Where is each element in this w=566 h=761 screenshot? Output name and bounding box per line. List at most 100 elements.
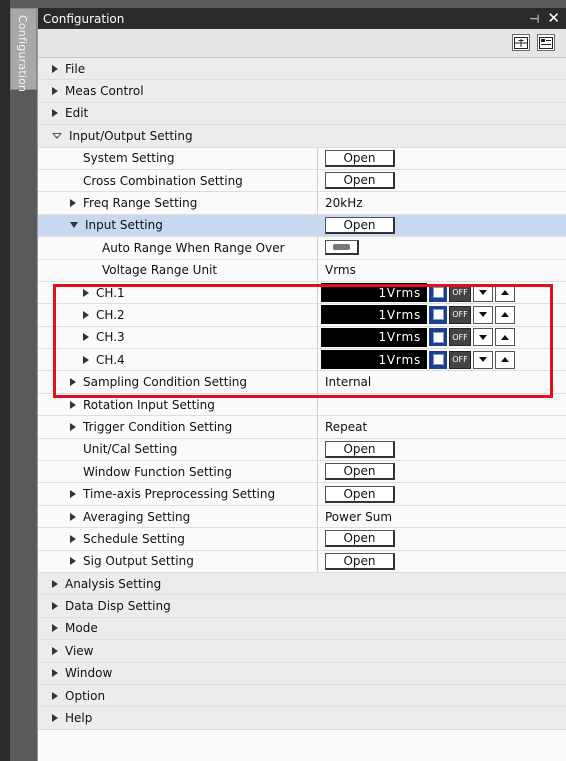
channel-checkbox[interactable]: [429, 350, 447, 369]
open-button[interactable]: Open: [325, 172, 395, 190]
off-button[interactable]: OFF: [449, 305, 471, 324]
expand-arrow-icon[interactable]: [52, 579, 58, 588]
channel-checkbox[interactable]: [429, 283, 447, 302]
collapse-arrow-icon[interactable]: [52, 132, 62, 139]
expand-arrow-icon[interactable]: [52, 87, 58, 96]
property-row-ch-3[interactable]: CH.3 1Vrms OFF: [38, 326, 566, 350]
property-row-sig-output-setting[interactable]: Sig Output Setting Open: [38, 550, 566, 573]
off-button[interactable]: OFF: [449, 283, 471, 302]
value-text[interactable]: Internal: [325, 375, 371, 389]
property-row-rotation-input-setting[interactable]: Rotation Input Setting: [38, 393, 566, 417]
expand-arrow-icon[interactable]: [70, 422, 76, 431]
property-row-input-setting[interactable]: Input Setting Open: [38, 214, 566, 238]
expand-arrow-icon[interactable]: [83, 310, 89, 319]
row-name-cell: Option: [38, 685, 105, 706]
range-display[interactable]: 1Vrms: [321, 327, 427, 347]
value-text[interactable]: Repeat: [325, 420, 367, 434]
property-row-sampling-condition-setting[interactable]: Sampling Condition Setting Internal: [38, 371, 566, 394]
expand-arrow-icon[interactable]: [52, 714, 58, 723]
property-row-ch-4[interactable]: CH.4 1Vrms OFF: [38, 349, 566, 372]
range-display[interactable]: 1Vrms: [321, 305, 427, 325]
open-button[interactable]: Open: [325, 216, 395, 234]
category-row-edit[interactable]: Edit: [38, 102, 566, 126]
property-row-time-axis-preprocessing-setting[interactable]: Time-axis Preprocessing Setting Open: [38, 483, 566, 506]
expand-arrow-icon[interactable]: [83, 333, 89, 342]
collapse-all-button[interactable]: [537, 34, 555, 51]
expand-arrow-icon[interactable]: [70, 557, 76, 566]
row-value-cell: Open: [318, 483, 566, 504]
property-row-cross-combination-setting[interactable]: Cross Combination Setting Open: [38, 169, 566, 193]
range-up-button[interactable]: [495, 283, 515, 302]
expand-arrow-icon[interactable]: [52, 691, 58, 700]
close-icon[interactable]: ✕: [547, 11, 560, 26]
property-row-averaging-setting[interactable]: Averaging Setting Power Sum: [38, 505, 566, 529]
property-row-trigger-condition-setting[interactable]: Trigger Condition Setting Repeat: [38, 416, 566, 439]
pin-icon[interactable]: ⊣: [529, 12, 539, 26]
property-row-system-setting[interactable]: System Setting Open: [38, 147, 566, 170]
category-row-analysis-setting[interactable]: Analysis Setting: [38, 572, 566, 596]
expand-arrow-icon[interactable]: [52, 109, 58, 118]
expand-arrow-icon[interactable]: [83, 288, 89, 297]
expand-arrow-icon[interactable]: [70, 400, 76, 409]
expand-arrow-icon[interactable]: [70, 378, 76, 387]
auto-range-toggle[interactable]: [325, 240, 359, 256]
range-display[interactable]: 1Vrms: [321, 350, 427, 370]
expand-arrow-icon[interactable]: [70, 534, 76, 543]
open-button[interactable]: Open: [325, 530, 395, 548]
row-label: CH.1: [96, 285, 125, 300]
collapse-arrow-icon[interactable]: [70, 222, 78, 229]
range-down-button[interactable]: [473, 283, 493, 302]
open-button[interactable]: Open: [325, 149, 395, 167]
property-row-ch-2[interactable]: CH.2 1Vrms OFF: [38, 304, 566, 327]
expand-arrow-icon[interactable]: [52, 669, 58, 678]
category-row-input-output-setting[interactable]: Input/Output Setting: [38, 125, 566, 148]
category-row-view[interactable]: View: [38, 640, 566, 663]
range-up-button[interactable]: [495, 350, 515, 369]
value-text[interactable]: Power Sum: [325, 510, 392, 524]
channel-checkbox[interactable]: [429, 328, 447, 347]
configuration-side-tab[interactable]: Configuration: [10, 8, 37, 92]
property-row-freq-range-setting[interactable]: Freq Range Setting 20kHz: [38, 192, 566, 215]
range-up-button[interactable]: [495, 328, 515, 347]
expand-arrow-icon[interactable]: [83, 355, 89, 364]
expand-arrow-icon[interactable]: [70, 512, 76, 521]
property-row-auto-range-when-range-over[interactable]: Auto Range When Range Over: [38, 237, 566, 260]
property-row-unit-cal-setting[interactable]: Unit/Cal Setting Open: [38, 438, 566, 462]
expand-arrow-icon[interactable]: [52, 624, 58, 633]
value-text[interactable]: 20kHz: [325, 196, 363, 210]
category-row-help[interactable]: Help: [38, 707, 566, 730]
category-row-meas-control[interactable]: Meas Control: [38, 80, 566, 103]
open-button[interactable]: Open: [325, 463, 395, 481]
row-label: Freq Range Setting: [83, 196, 198, 211]
range-up-button[interactable]: [495, 305, 515, 324]
range-display[interactable]: 1Vrms: [321, 283, 427, 303]
off-button[interactable]: OFF: [449, 328, 471, 347]
expand-arrow-icon[interactable]: [52, 646, 58, 655]
channel-checkbox[interactable]: [429, 305, 447, 324]
expand-all-button[interactable]: [512, 34, 530, 51]
row-label: Unit/Cal Setting: [83, 442, 178, 457]
expand-arrow-icon[interactable]: [70, 490, 76, 499]
range-down-button[interactable]: [473, 305, 493, 324]
property-row-window-function-setting[interactable]: Window Function Setting Open: [38, 461, 566, 484]
range-down-button[interactable]: [473, 328, 493, 347]
row-value-cell: Open: [318, 551, 566, 572]
category-row-file[interactable]: File: [38, 58, 566, 81]
property-row-voltage-range-unit[interactable]: Voltage Range Unit Vrms: [38, 259, 566, 282]
open-button[interactable]: Open: [325, 440, 395, 458]
property-row-ch-1[interactable]: CH.1 1Vrms OFF: [38, 281, 566, 305]
row-label: View: [65, 643, 94, 658]
expand-arrow-icon[interactable]: [52, 64, 58, 73]
expand-arrow-icon[interactable]: [70, 199, 76, 208]
open-button[interactable]: Open: [325, 485, 395, 503]
category-row-option[interactable]: Option: [38, 684, 566, 708]
value-text[interactable]: Vrms: [325, 263, 356, 277]
category-row-window[interactable]: Window: [38, 662, 566, 685]
range-down-button[interactable]: [473, 350, 493, 369]
off-button[interactable]: OFF: [449, 350, 471, 369]
property-row-schedule-setting[interactable]: Schedule Setting Open: [38, 528, 566, 551]
open-button[interactable]: Open: [325, 552, 395, 570]
expand-arrow-icon[interactable]: [52, 602, 58, 611]
category-row-mode[interactable]: Mode: [38, 617, 566, 641]
category-row-data-disp-setting[interactable]: Data Disp Setting: [38, 595, 566, 618]
